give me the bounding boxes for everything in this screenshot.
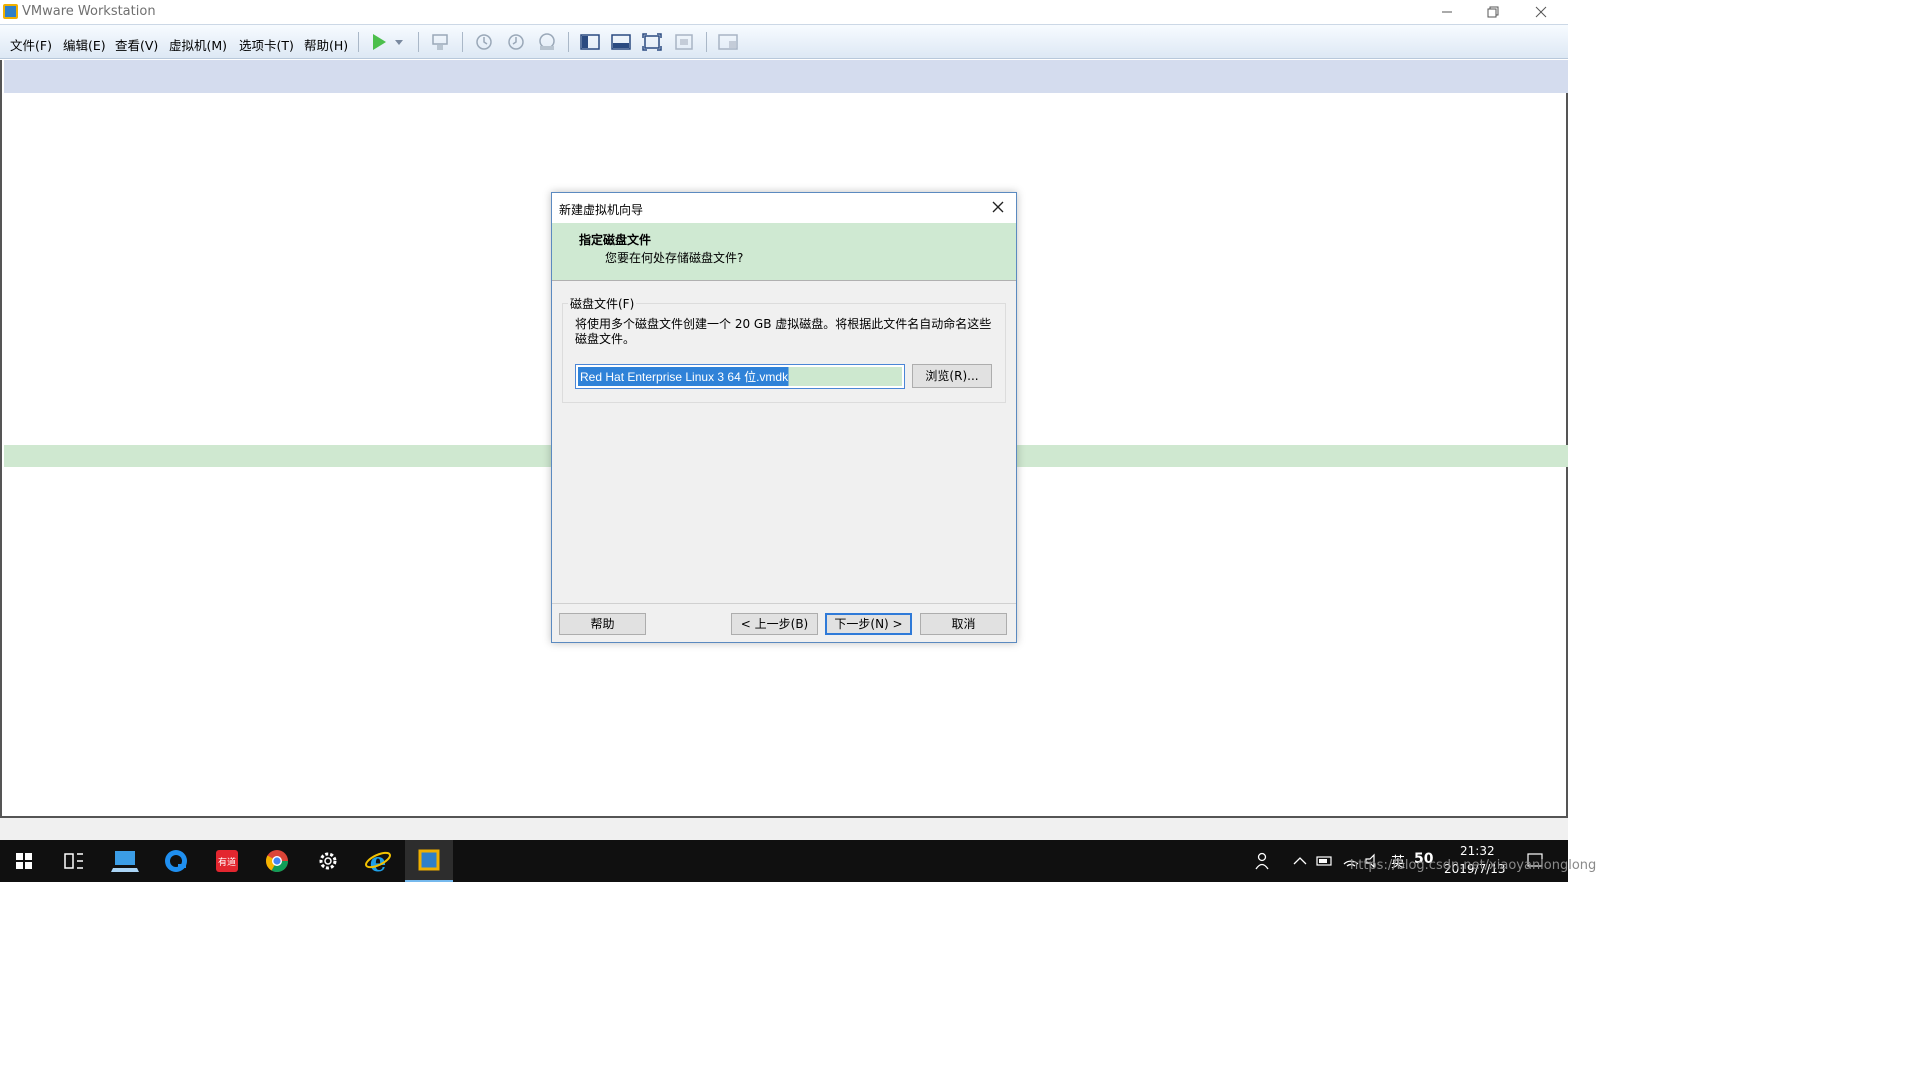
menu-edit[interactable]: 编辑(E) — [63, 35, 106, 54]
close-window-button[interactable] — [1518, 0, 1564, 24]
cancel-button[interactable]: 取消 — [920, 613, 1007, 635]
youdao-dictionary-icon[interactable]: 有道 — [203, 840, 251, 882]
disk-file-input[interactable] — [578, 367, 902, 386]
window-titlebar: VMware Workstation — [0, 0, 1568, 24]
show-library-icon[interactable] — [579, 31, 601, 53]
unity-icon[interactable] — [673, 31, 695, 53]
menu-tabs[interactable]: 选项卡(T) — [239, 35, 294, 54]
dialog-title: 新建虚拟机向导 — [559, 203, 644, 217]
send-keys-icon[interactable] — [429, 31, 451, 53]
console-view-icon[interactable] — [717, 31, 739, 53]
minimize-button[interactable] — [1424, 0, 1470, 24]
toolbar-separator — [418, 32, 419, 52]
battery-icon[interactable] — [1316, 854, 1334, 868]
chevron-up-icon[interactable] — [1292, 854, 1308, 868]
window-title: VMware Workstation — [22, 4, 156, 19]
browse-button[interactable]: 浏览(R)... — [912, 364, 992, 388]
toolbar-separator — [568, 32, 569, 52]
windows-start-icon[interactable] — [0, 840, 48, 882]
vmware-icon — [418, 849, 440, 871]
chrome-icon[interactable] — [253, 840, 301, 882]
people-icon[interactable] — [1254, 852, 1274, 870]
next-button[interactable]: 下一步(N) > — [825, 613, 912, 635]
qq-browser-icon[interactable] — [152, 840, 200, 882]
settings-gear-icon[interactable] — [304, 840, 352, 882]
clock-time[interactable]: 21:32 — [1460, 844, 1495, 858]
restore-button[interactable] — [1470, 0, 1516, 24]
tab-strip — [4, 60, 1568, 93]
watermark-text: https://blog.csdn.net/xiaoyanlonglong — [1350, 858, 1597, 873]
internet-explorer-icon[interactable]: e — [354, 840, 402, 882]
restore-icon — [1487, 6, 1499, 18]
help-button[interactable]: 帮助 — [559, 613, 646, 635]
vmware-taskbar-button[interactable] — [405, 840, 453, 882]
snapshot-icon[interactable] — [473, 31, 495, 53]
status-bar — [0, 818, 1568, 840]
close-icon — [1535, 6, 1547, 18]
snapshot-manager-icon[interactable] — [536, 31, 558, 53]
this-pc-icon[interactable] — [101, 840, 149, 882]
menu-help[interactable]: 帮助(H) — [304, 35, 348, 54]
task-view-icon[interactable] — [50, 840, 98, 882]
dialog-header: 指定磁盘文件 您要在何处存储磁盘文件? — [552, 223, 1016, 281]
disk-file-field[interactable] — [575, 364, 905, 389]
thumbnail-bar-icon[interactable] — [610, 31, 632, 53]
fullscreen-icon[interactable] — [641, 31, 663, 53]
menu-view[interactable]: 查看(V) — [115, 35, 158, 54]
play-dropdown-icon[interactable] — [392, 31, 406, 53]
vmware-app-icon — [3, 4, 18, 19]
menu-vm[interactable]: 虚拟机(M) — [169, 35, 227, 54]
disk-file-group-label: 磁盘文件(F) — [568, 295, 637, 312]
toolbar-separator — [706, 32, 707, 52]
toolbar-separator — [462, 32, 463, 52]
toolbar-separator — [358, 32, 359, 52]
back-button[interactable]: < 上一步(B) — [731, 613, 818, 635]
menu-toolbar: 文件(F) 编辑(E) 查看(V) 虚拟机(M) 选项卡(T) 帮助(H) — [0, 24, 1568, 59]
disk-file-description: 将使用多个磁盘文件创建一个 20 GB 虚拟磁盘。将根据此文件名自动命名这些磁盘… — [575, 317, 992, 346]
new-vm-wizard-dialog: 新建虚拟机向导 指定磁盘文件 您要在何处存储磁盘文件? 磁盘文件(F) 将使用多… — [551, 192, 1017, 643]
step-title: 指定磁盘文件 — [579, 233, 652, 247]
menu-file[interactable]: 文件(F) — [10, 35, 52, 54]
dialog-footer-divider — [552, 603, 1016, 604]
svg-text:有道: 有道 — [218, 856, 236, 868]
play-icon[interactable] — [368, 31, 390, 53]
minimize-icon — [1442, 11, 1452, 13]
taskbar: 有道 e 英 50 21:32 2019/7/13 — [0, 840, 1568, 882]
dialog-close-icon[interactable] — [990, 199, 1006, 215]
dialog-titlebar: 新建虚拟机向导 — [552, 193, 1016, 223]
revert-snapshot-icon[interactable] — [505, 31, 527, 53]
step-subtitle: 您要在何处存储磁盘文件? — [605, 251, 744, 265]
